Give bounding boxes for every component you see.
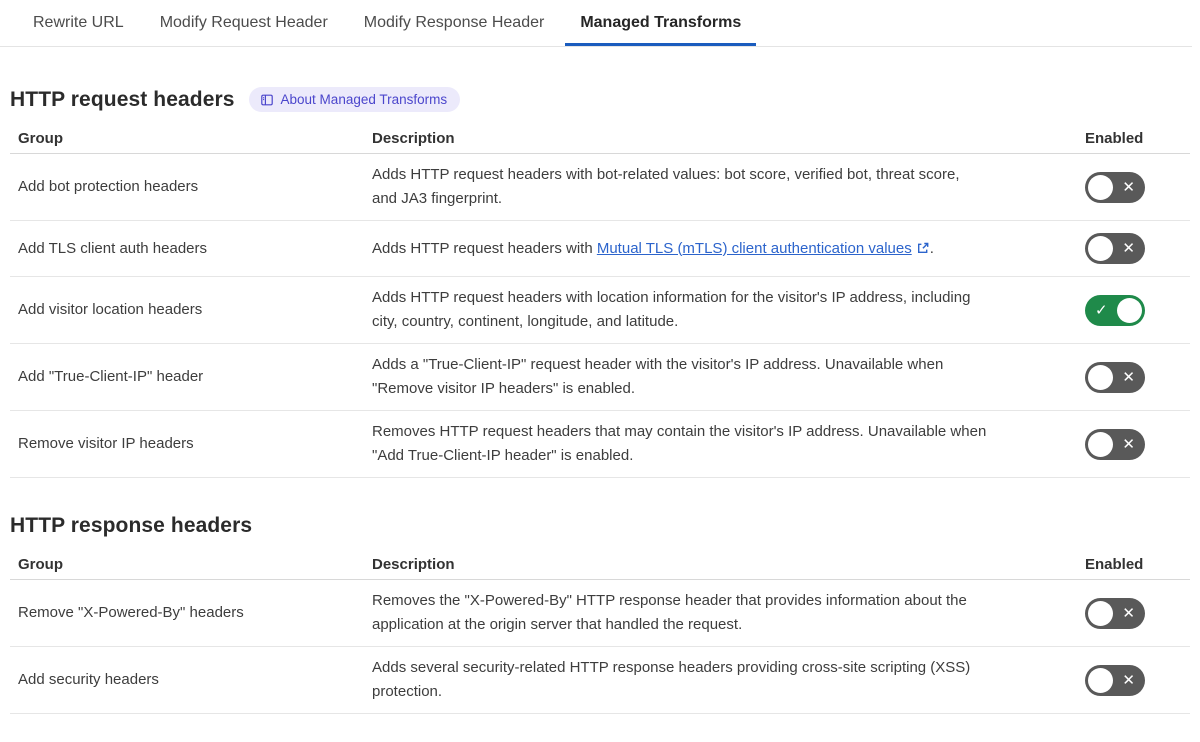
request-headers-table: Group Description Enabled Add bot protec… <box>10 124 1190 478</box>
row-group-label: Add security headers <box>18 671 159 688</box>
x-icon: ✕ <box>1122 435 1135 453</box>
row-description: Removes the "X-Powered-By" HTTP response… <box>372 592 967 633</box>
table-row: Add bot protection headers Adds HTTP req… <box>10 154 1190 221</box>
toggle-knob <box>1088 431 1113 457</box>
table-row: Remove visitor IP headers Removes HTTP r… <box>10 411 1190 478</box>
toggle-add-tls-client-auth-headers[interactable]: ✓✕ <box>1085 233 1145 264</box>
x-icon: ✕ <box>1122 671 1135 689</box>
badge-label: About Managed Transforms <box>280 92 448 107</box>
about-managed-transforms-link[interactable]: About Managed Transforms <box>248 87 461 112</box>
table-header-row: Group Description Enabled <box>10 550 1190 580</box>
toggle-knob <box>1088 236 1113 261</box>
response-headers-section-title: HTTP response headers <box>10 514 253 537</box>
row-description: Adds HTTP request headers with location … <box>372 289 971 330</box>
row-description: Adds a "True-Client-IP" request header w… <box>372 356 944 397</box>
tab-managed-transforms[interactable]: Managed Transforms <box>565 0 757 46</box>
table-row: Add TLS client auth headers Adds HTTP re… <box>10 221 1190 277</box>
description-text: . <box>929 239 934 257</box>
toggle-add-visitor-location-headers[interactable]: ✓✕ <box>1085 294 1145 326</box>
book-icon <box>260 94 273 105</box>
x-icon: ✕ <box>1122 604 1135 622</box>
table-header-row: Group Description Enabled <box>10 124 1190 154</box>
row-group-label: Remove "X-Powered-By" headers <box>18 604 244 621</box>
row-description: Removes HTTP request headers that may co… <box>372 423 987 464</box>
x-icon: ✕ <box>1122 240 1135 257</box>
response-headers-table: Group Description Enabled Remove "X-Powe… <box>10 550 1190 714</box>
request-headers-section-title: HTTP request headers <box>10 87 235 111</box>
external-link-icon <box>917 242 929 253</box>
transform-rules-tabbar: Rewrite URL Modify Request Header Modify… <box>0 0 1192 47</box>
toggle-add-bot-protection-headers[interactable]: ✓✕ <box>1085 171 1145 203</box>
table-row: Remove "X-Powered-By" headers Removes th… <box>10 580 1190 647</box>
row-group-label: Add "True-Client-IP" header <box>18 368 204 385</box>
row-group-label: Add TLS client auth headers <box>18 239 208 257</box>
toggle-remove-visitor-ip-headers[interactable]: ✓✕ <box>1085 428 1145 460</box>
toggle-add-true-client-ip-header[interactable]: ✓✕ <box>1085 361 1145 393</box>
column-header-description: Description <box>372 556 455 573</box>
row-group-label: Remove visitor IP headers <box>18 435 194 452</box>
toggle-knob <box>1088 667 1113 693</box>
row-description: Adds several security-related HTTP respo… <box>372 659 971 700</box>
toggle-knob <box>1088 174 1113 200</box>
column-header-group: Group <box>18 130 63 147</box>
column-header-group: Group <box>18 556 63 573</box>
column-header-enabled: Enabled <box>1085 556 1144 573</box>
toggle-knob <box>1117 297 1142 323</box>
table-row: Add visitor location headers Adds HTTP r… <box>10 277 1190 344</box>
toggle-remove-x-powered-by-headers[interactable]: ✓✕ <box>1085 597 1145 629</box>
toggle-add-security-headers[interactable]: ✓✕ <box>1085 664 1145 696</box>
row-description: Adds HTTP request headers with Mutual TL… <box>372 237 1085 261</box>
column-header-description: Description <box>372 130 455 147</box>
table-row: Add "True-Client-IP" header Adds a "True… <box>10 344 1190 411</box>
x-icon: ✕ <box>1122 368 1135 386</box>
row-group-label: Add bot protection headers <box>18 178 199 195</box>
x-icon: ✕ <box>1122 178 1135 196</box>
toggle-knob <box>1088 600 1113 626</box>
tab-modify-request-header[interactable]: Modify Request Header <box>145 0 343 46</box>
row-group-label: Add visitor location headers <box>18 301 203 318</box>
check-icon: ✓ <box>1095 301 1108 319</box>
table-row: Add security headers Adds several securi… <box>10 647 1190 714</box>
mtls-docs-link[interactable]: Mutual TLS (mTLS) client authentication … <box>597 240 912 257</box>
description-text: Adds HTTP request headers with <box>372 239 597 257</box>
row-description: Adds HTTP request headers with bot-relat… <box>372 166 960 207</box>
tab-modify-response-header[interactable]: Modify Response Header <box>349 0 560 46</box>
tab-rewrite-url[interactable]: Rewrite URL <box>18 0 139 46</box>
column-header-enabled: Enabled <box>1085 130 1144 147</box>
toggle-knob <box>1088 364 1113 390</box>
